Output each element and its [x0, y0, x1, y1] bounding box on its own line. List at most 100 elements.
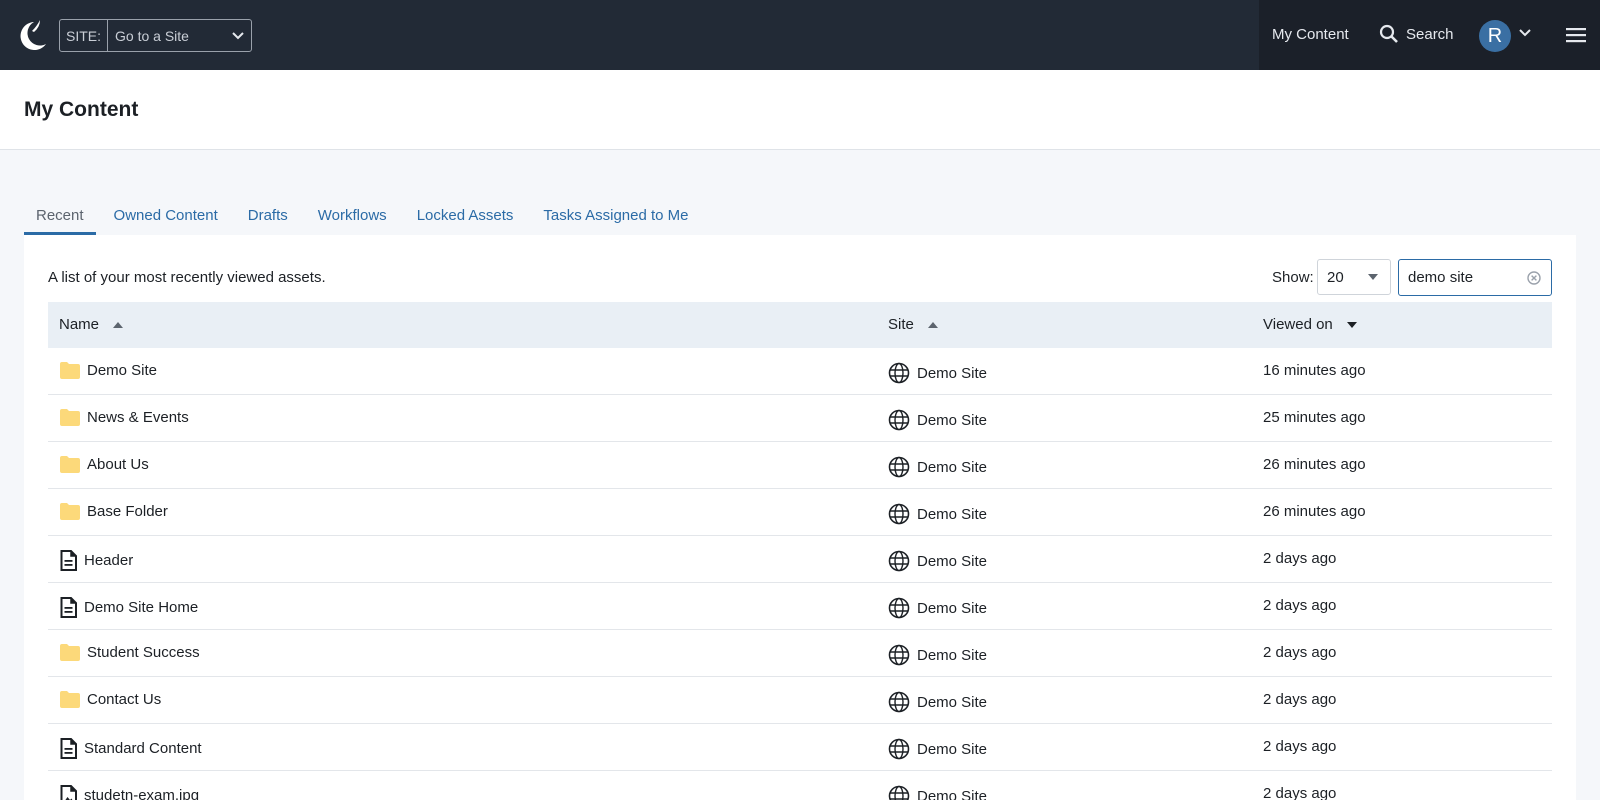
asset-site: Demo Site — [917, 599, 988, 617]
asset-site-cell: Demo Site — [888, 456, 987, 478]
sort-ascending-icon — [927, 321, 938, 328]
tab-locked-assets[interactable]: Locked Assets — [405, 197, 526, 235]
asset-viewed-cell: 16 minutes ago — [1263, 362, 1366, 379]
asset-viewed: 26 minutes ago — [1263, 503, 1366, 520]
asset-viewed: 26 minutes ago — [1263, 456, 1366, 473]
document-icon — [60, 597, 77, 618]
asset-site-cell: Demo Site — [888, 409, 987, 431]
table-row[interactable]: Contact Us Demo Site 2 days ago — [48, 677, 1552, 724]
site-selector-value: Go to a Site — [115, 27, 189, 44]
menu-icon[interactable] — [1566, 27, 1586, 43]
clear-icon[interactable] — [1527, 271, 1541, 285]
asset-site: Demo Site — [917, 505, 988, 523]
tab-drafts[interactable]: Drafts — [236, 197, 300, 235]
column-header-site[interactable]: Site — [888, 316, 938, 333]
asset-viewed: 2 days ago — [1263, 644, 1337, 661]
asset-name[interactable]: Demo Site Home — [84, 599, 198, 616]
tab-tasks-assigned[interactable]: Tasks Assigned to Me — [531, 197, 700, 235]
search-icon — [1379, 24, 1398, 43]
show-label: Show: — [1272, 269, 1314, 286]
chevron-down-icon — [225, 31, 251, 41]
tab-recent[interactable]: Recent — [24, 197, 96, 235]
table-row[interactable]: Student Success Demo Site 2 days ago — [48, 630, 1552, 677]
asset-name-cell[interactable]: Standard Content — [60, 738, 202, 759]
asset-name-cell[interactable]: Demo Site Home — [60, 597, 198, 618]
nav-my-content-link[interactable]: My Content — [1272, 26, 1349, 43]
column-header-name[interactable]: Name — [59, 316, 124, 333]
asset-name[interactable]: Base Folder — [87, 503, 168, 520]
asset-name-cell[interactable]: Contact Us — [60, 691, 161, 708]
asset-name-cell[interactable]: studetn-exam.jpg — [60, 785, 199, 800]
table-row[interactable]: News & Events Demo Site 25 minutes ago — [48, 395, 1552, 442]
asset-name[interactable]: Demo Site — [87, 362, 157, 379]
asset-site-cell: Demo Site — [888, 550, 987, 572]
site-selector[interactable]: SITE: Go to a Site — [59, 19, 252, 52]
site-selector-label: SITE: — [60, 20, 109, 51]
asset-name[interactable]: About Us — [87, 456, 149, 473]
table-row[interactable]: Standard Content Demo Site 2 days ago — [48, 724, 1552, 771]
asset-name-cell[interactable]: Header — [60, 550, 133, 571]
tab-workflows[interactable]: Workflows — [306, 197, 399, 235]
nav-search-button[interactable]: Search — [1379, 24, 1454, 44]
asset-viewed: 2 days ago — [1263, 785, 1337, 800]
folder-icon — [60, 362, 80, 379]
tab-bar: Recent Owned Content Drafts Workflows Lo… — [24, 197, 707, 235]
asset-site: Demo Site — [917, 364, 988, 382]
asset-name[interactable]: Header — [84, 552, 133, 569]
panel-description: A list of your most recently viewed asse… — [48, 269, 326, 286]
table-row[interactable]: Demo Site Home Demo Site 2 days ago — [48, 583, 1552, 630]
asset-viewed-cell: 2 days ago — [1263, 644, 1336, 661]
asset-name-cell[interactable]: Base Folder — [60, 503, 168, 520]
sort-ascending-icon — [113, 321, 124, 328]
table-row[interactable]: Demo Site Demo Site 16 minutes ago — [48, 348, 1552, 395]
nav-search-label: Search — [1406, 25, 1454, 43]
avatar[interactable]: R — [1479, 20, 1511, 52]
asset-viewed: 2 days ago — [1263, 550, 1337, 567]
folder-icon — [60, 503, 80, 520]
sort-descending-icon — [1346, 321, 1357, 328]
table-row[interactable]: Base Folder Demo Site 26 minutes ago — [48, 489, 1552, 536]
asset-site: Demo Site — [917, 411, 988, 429]
asset-name[interactable]: Student Success — [87, 644, 200, 661]
asset-site-cell: Demo Site — [888, 738, 987, 760]
image-file-icon — [60, 785, 77, 800]
asset-name[interactable]: Contact Us — [87, 691, 161, 708]
folder-icon — [60, 409, 80, 426]
page-size-select[interactable]: 20 — [1317, 259, 1391, 295]
asset-viewed-cell: 2 days ago — [1263, 785, 1336, 800]
asset-viewed: 2 days ago — [1263, 597, 1337, 614]
table-row[interactable]: studetn-exam.jpg Demo Site 2 days ago — [48, 771, 1552, 800]
asset-name[interactable]: studetn-exam.jpg — [84, 787, 199, 800]
document-icon — [60, 738, 77, 759]
asset-name-cell[interactable]: Student Success — [60, 644, 200, 661]
column-header-viewed[interactable]: Viewed on — [1263, 316, 1357, 333]
tab-owned-content[interactable]: Owned Content — [102, 197, 230, 235]
asset-name-cell[interactable]: About Us — [60, 456, 149, 473]
asset-name[interactable]: Standard Content — [84, 740, 202, 757]
logo-icon[interactable] — [12, 17, 48, 53]
globe-icon — [888, 738, 910, 760]
table-row[interactable]: About Us Demo Site 26 minutes ago — [48, 442, 1552, 489]
globe-icon — [888, 503, 910, 525]
globe-icon — [888, 550, 910, 572]
asset-name[interactable]: News & Events — [87, 409, 189, 426]
asset-site: Demo Site — [917, 740, 988, 758]
asset-name-cell[interactable]: Demo Site — [60, 362, 157, 379]
globe-icon — [888, 785, 910, 800]
top-bar: SITE: Go to a Site My Content Search R — [0, 0, 1600, 70]
asset-viewed-cell: 2 days ago — [1263, 738, 1336, 755]
table-body: Demo Site Demo Site 16 minutes ago News & E… — [48, 348, 1552, 800]
asset-site-cell: Demo Site — [888, 644, 987, 666]
globe-icon — [888, 409, 910, 431]
caret-down-icon — [1368, 274, 1378, 280]
chevron-down-icon[interactable] — [1518, 28, 1532, 38]
asset-viewed: 16 minutes ago — [1263, 362, 1366, 379]
asset-viewed: 25 minutes ago — [1263, 409, 1366, 426]
asset-site-cell: Demo Site — [888, 503, 987, 525]
folder-icon — [60, 644, 80, 661]
folder-icon — [60, 456, 80, 473]
table-row[interactable]: Header Demo Site 2 days ago — [48, 536, 1552, 583]
asset-site: Demo Site — [917, 552, 988, 570]
asset-name-cell[interactable]: News & Events — [60, 409, 189, 426]
page-header: My Content — [0, 70, 1600, 150]
